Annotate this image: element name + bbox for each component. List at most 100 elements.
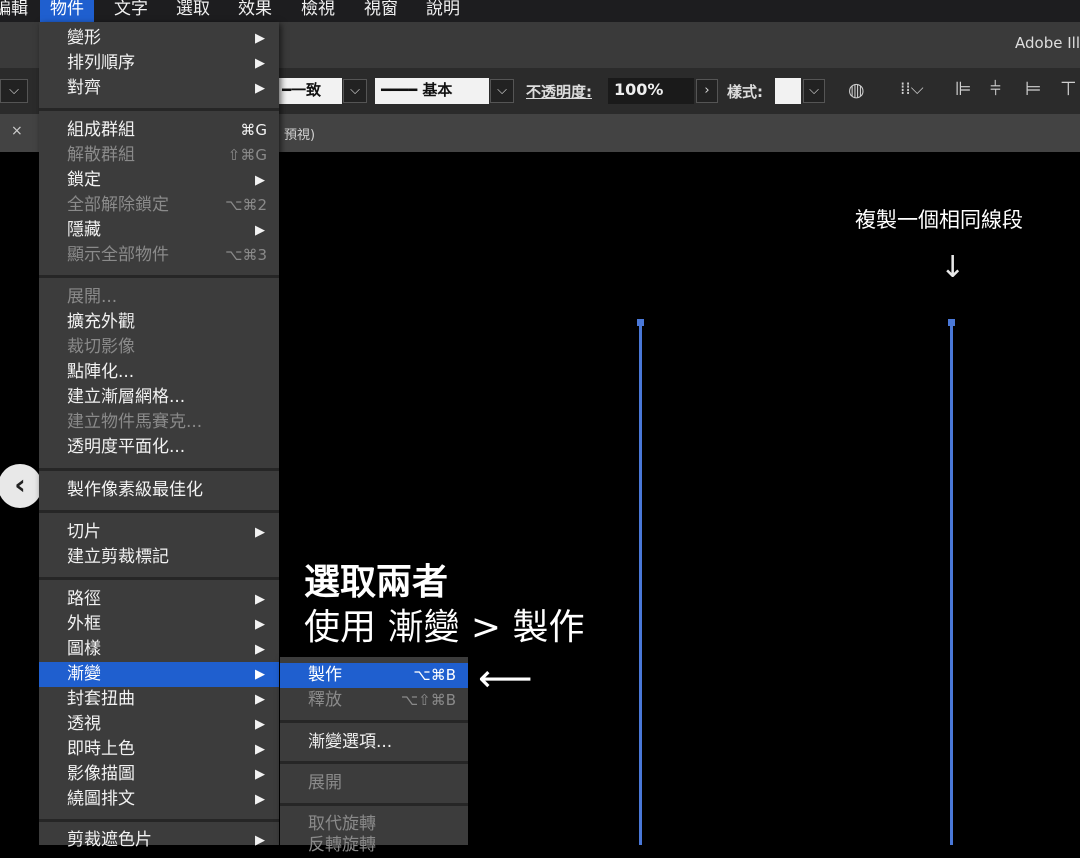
menu-item-path[interactable]: 路徑 ▶ xyxy=(39,587,279,612)
opacity-input[interactable]: 100% xyxy=(608,78,694,104)
menu-window[interactable]: 視窗 xyxy=(354,0,408,22)
stroke-profile-dropdown[interactable]: ━一致 xyxy=(278,78,342,104)
line-segment-left[interactable] xyxy=(639,322,642,845)
menu-type[interactable]: 文字 xyxy=(104,0,158,22)
menu-item-lock[interactable]: 鎖定 ▶ xyxy=(39,168,279,193)
menu-item-label: 外框 xyxy=(67,614,101,634)
menu-item-envelope-distort[interactable]: 封套扭曲 ▶ xyxy=(39,687,279,712)
align-right-icon[interactable]: ⊨ xyxy=(1025,78,1042,100)
menu-item-arrange[interactable]: 排列順序 ▶ xyxy=(39,51,279,76)
menu-item-label: 建立物件馬賽克... xyxy=(67,412,203,432)
submenu-item-expand[interactable]: 展開 xyxy=(280,771,468,796)
line-segment-right[interactable] xyxy=(950,322,953,845)
submenu-arrow-icon: ▶ xyxy=(255,592,265,607)
menu-item-unlock-all[interactable]: 全部解除鎖定 ⌥⌘2 xyxy=(39,193,279,218)
menu-edit[interactable]: 編輯 xyxy=(0,0,38,22)
menu-item-label: 隱藏 xyxy=(67,220,101,240)
previous-image-button[interactable]: ‹ xyxy=(0,464,42,508)
align-to-icon[interactable]: ⁞⁞⌵ xyxy=(900,79,924,99)
menu-object[interactable]: 物件 xyxy=(40,0,94,22)
left-dropdown[interactable]: ⌵ xyxy=(0,79,28,103)
menu-divider xyxy=(39,108,279,111)
brush-line-icon: ━━━━ xyxy=(381,81,418,99)
menu-item-label: 繞圖排文 xyxy=(67,789,135,809)
menu-item-label: 封套扭曲 xyxy=(67,689,135,709)
submenu-item-release[interactable]: 釋放 ⌥⇧⌘B xyxy=(280,688,468,713)
brush-arrow[interactable]: ⌵ xyxy=(490,79,514,103)
menu-item-live-paint[interactable]: 即時上色 ▶ xyxy=(39,737,279,762)
menu-effect[interactable]: 效果 xyxy=(228,0,282,22)
menu-item-shortcut: ⌥⌘B xyxy=(413,666,456,684)
align-center-icon[interactable]: ⫩ xyxy=(990,78,1001,100)
tab-close-icon[interactable]: × xyxy=(11,123,23,139)
submenu-arrow-icon: ▶ xyxy=(255,717,265,732)
menu-item-pattern[interactable]: 圖樣 ▶ xyxy=(39,637,279,662)
menu-item-show-all[interactable]: 顯示全部物件 ⌥⌘3 xyxy=(39,243,279,268)
style-arrow[interactable]: ⌵ xyxy=(803,79,825,103)
menu-item-shortcut: ⌥⌘3 xyxy=(225,246,267,264)
menu-view[interactable]: 檢視 xyxy=(291,0,345,22)
menu-item-label: 漸變選項... xyxy=(308,732,393,752)
menu-item-label: 透明度平面化... xyxy=(67,437,186,457)
menu-item-trim-marks[interactable]: 建立剪裁標記 xyxy=(39,545,279,570)
anchor-point-left[interactable] xyxy=(637,319,644,326)
stroke-line-icon: ━ xyxy=(282,81,292,99)
menu-item-label: 建立漸層網格... xyxy=(67,387,186,407)
submenu-arrow-icon: ▶ xyxy=(255,31,265,46)
stroke-profile-arrow[interactable]: ⌵ xyxy=(343,79,367,103)
menu-item-blend[interactable]: 漸變 ▶ xyxy=(39,662,279,687)
menu-item-image-trace[interactable]: 影像描圖 ▶ xyxy=(39,762,279,787)
submenu-arrow-icon: ▶ xyxy=(255,617,265,632)
menu-item-transform[interactable]: 變形 ▶ xyxy=(39,26,279,51)
menu-item-crop-image[interactable]: 裁切影像 xyxy=(39,335,279,360)
chevron-down-icon: ⌵ xyxy=(9,83,19,98)
style-swatch[interactable] xyxy=(775,78,801,104)
menu-item-clipping-mask[interactable]: 剪裁遮色片 ▶ xyxy=(39,828,279,853)
menu-item-slice[interactable]: 切片 ▶ xyxy=(39,520,279,545)
menu-divider xyxy=(39,819,279,822)
chevron-left-icon: ‹ xyxy=(14,468,26,501)
align-top-icon[interactable]: ⊤ xyxy=(1060,78,1077,100)
submenu-item-reverse-spine[interactable]: 反轉旋轉 xyxy=(280,833,468,858)
menu-divider xyxy=(39,275,279,278)
menu-item-hide[interactable]: 隱藏 ▶ xyxy=(39,218,279,243)
opacity-label[interactable]: 不透明度: xyxy=(526,81,592,102)
menu-item-pixel-perfect[interactable]: 製作像素級最佳化 xyxy=(39,478,279,503)
brush-dropdown[interactable]: ━━━━ 基本 xyxy=(375,78,489,104)
menu-item-perspective[interactable]: 透視 ▶ xyxy=(39,712,279,737)
tab-title[interactable]: 預視) xyxy=(284,124,315,143)
menu-item-label: 切片 xyxy=(67,522,101,542)
menu-divider xyxy=(39,510,279,513)
menu-item-flatten-transparency[interactable]: 透明度平面化... xyxy=(39,435,279,460)
menu-item-ungroup[interactable]: 解散群組 ⇧⌘G xyxy=(39,143,279,168)
menu-item-expand-appearance[interactable]: 擴充外觀 xyxy=(39,310,279,335)
menu-item-label: 組成群組 xyxy=(67,120,135,140)
align-left-icon[interactable]: ⊫ xyxy=(955,78,972,100)
menu-item-label: 變形 xyxy=(67,28,101,48)
menu-item-shape[interactable]: 外框 ▶ xyxy=(39,612,279,637)
anchor-point-right[interactable] xyxy=(948,319,955,326)
menu-item-group[interactable]: 組成群組 ⌘G xyxy=(39,118,279,143)
menu-item-expand[interactable]: 展開... xyxy=(39,285,279,310)
menu-item-rasterize[interactable]: 點陣化... xyxy=(39,360,279,385)
menu-item-align[interactable]: 對齊 ▶ xyxy=(39,76,279,101)
opacity-arrow[interactable]: › xyxy=(696,79,718,103)
submenu-arrow-icon: ▶ xyxy=(255,56,265,71)
annotation-left-arrow: ⟵ xyxy=(478,656,533,700)
menu-item-gradient-mesh[interactable]: 建立漸層網格... xyxy=(39,385,279,410)
submenu-arrow-icon: ▶ xyxy=(255,642,265,657)
recolor-icon[interactable]: ◍ xyxy=(848,79,865,101)
app-title: Adobe Ill xyxy=(1015,34,1080,52)
menu-item-label: 排列順序 xyxy=(67,53,135,73)
submenu-arrow-icon: ▶ xyxy=(255,173,265,188)
object-menu: 變形 ▶ 排列順序 ▶ 對齊 ▶ 組成群組 ⌘G 解散群組 ⇧⌘G 鎖定 ▶ 全部解除鎖定 ⌥… xyxy=(39,22,279,850)
submenu-item-make[interactable]: 製作 ⌥⌘B xyxy=(280,663,468,688)
menu-select[interactable]: 選取 xyxy=(166,0,220,22)
submenu-item-blend-options[interactable]: 漸變選項... xyxy=(280,730,468,755)
annotation-use-blend: 使用 漸變 > 製作 xyxy=(304,607,585,648)
menu-item-text-wrap[interactable]: 繞圖排文 ▶ xyxy=(39,787,279,812)
menu-item-shortcut: ⌥⇧⌘B xyxy=(400,691,456,709)
menu-item-label: 圖樣 xyxy=(67,639,101,659)
menu-help[interactable]: 說明 xyxy=(416,0,470,22)
menu-item-object-mosaic[interactable]: 建立物件馬賽克... xyxy=(39,410,279,435)
